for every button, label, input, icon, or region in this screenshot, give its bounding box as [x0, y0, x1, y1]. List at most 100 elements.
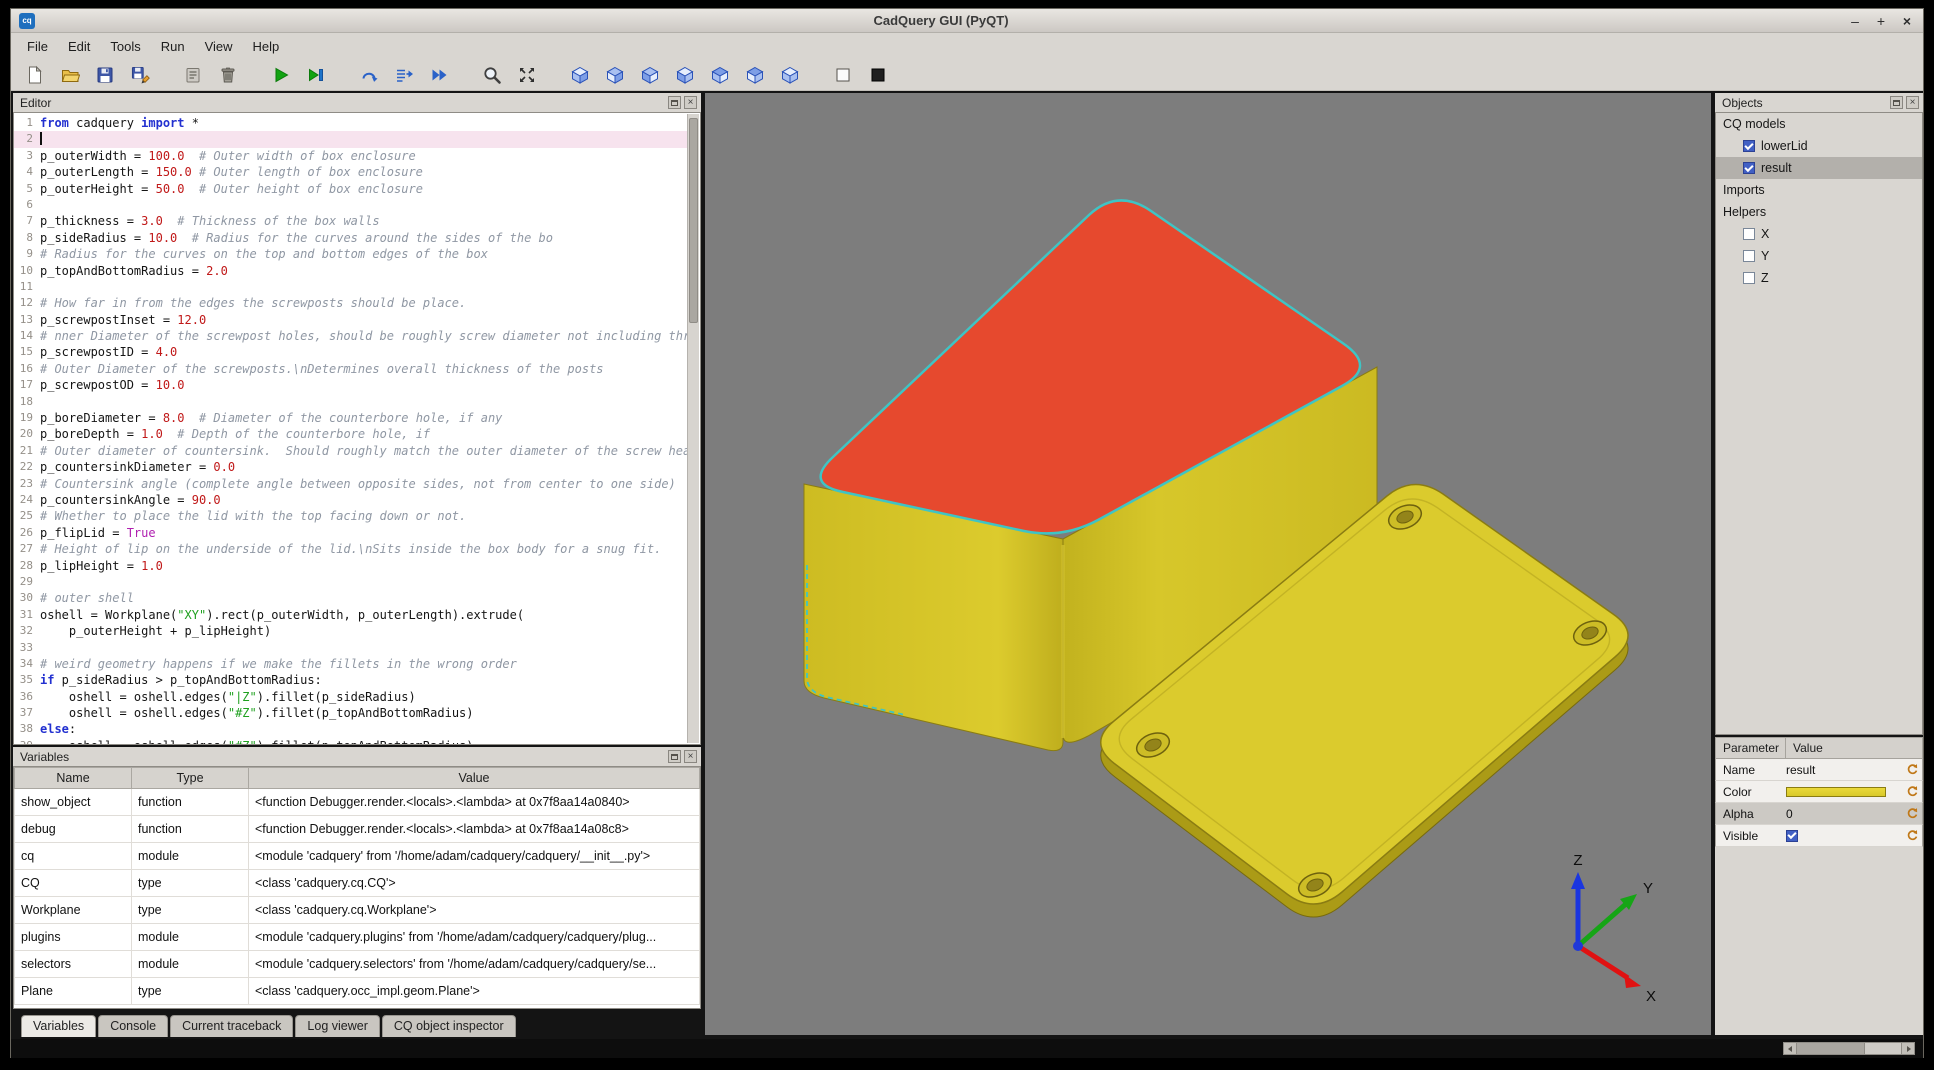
close-button[interactable] — [1899, 13, 1915, 29]
title-bar[interactable]: cq CadQuery GUI (PyQT) — [11, 9, 1923, 33]
code-line[interactable]: 19p_boreDiameter = 8.0 # Diameter of the… — [14, 410, 687, 426]
code-line[interactable]: 38else: — [14, 721, 687, 737]
tab-console[interactable]: Console — [98, 1015, 168, 1037]
code-line[interactable]: 2 — [14, 131, 687, 147]
step-into-button[interactable] — [390, 61, 418, 89]
param-column-parameter[interactable]: Parameter — [1716, 738, 1786, 758]
color-swatch[interactable] — [1786, 787, 1886, 797]
code-line[interactable]: 10p_topAndBottomRadius = 2.0 — [14, 263, 687, 279]
scroll-left-icon[interactable] — [1784, 1043, 1797, 1054]
code-line[interactable]: 7p_thickness = 3.0 # Thickness of the bo… — [14, 213, 687, 229]
checkbox[interactable] — [1743, 140, 1755, 152]
code-line[interactable]: 36 oshell = oshell.edges("|Z").fillet(p_… — [14, 689, 687, 705]
code-line[interactable]: 24p_countersinkAngle = 90.0 — [14, 492, 687, 508]
code-line[interactable]: 39 oshell = oshell.edges("#Z").fillet(p_… — [14, 738, 687, 744]
tab-current-traceback[interactable]: Current traceback — [170, 1015, 293, 1037]
editor-scrollbar-thumb[interactable] — [689, 118, 698, 323]
tree-item-z[interactable]: Z — [1716, 267, 1922, 289]
column-header-value[interactable]: Value — [249, 768, 700, 789]
param-row-color[interactable]: Color — [1715, 781, 1923, 803]
code-editor[interactable]: 1from cadquery import *23p_outerWidth = … — [13, 112, 701, 745]
tab-cq-object-inspector[interactable]: CQ object inspector — [382, 1015, 516, 1037]
dock-scrollbar[interactable] — [1783, 1042, 1915, 1055]
code-line[interactable]: 27# Height of lip on the underside of th… — [14, 541, 687, 557]
scroll-right-icon[interactable] — [1901, 1043, 1914, 1054]
viewport-3d[interactable]: Z Y X — [705, 93, 1711, 1035]
code-line[interactable]: 12# How far in from the edges the screwp… — [14, 295, 687, 311]
view-left-button[interactable] — [671, 61, 699, 89]
checkbox[interactable] — [1743, 228, 1755, 240]
tree-item-helpers[interactable]: Helpers — [1716, 201, 1922, 223]
code-line[interactable]: 30# outer shell — [14, 590, 687, 606]
render-button[interactable] — [267, 61, 295, 89]
code-line[interactable]: 13p_screwpostInset = 12.0 — [14, 312, 687, 328]
step-over-button[interactable] — [355, 61, 383, 89]
menu-file[interactable]: File — [17, 36, 58, 57]
code-line[interactable]: 21# Outer diameter of countersink. Shoul… — [14, 443, 687, 459]
code-line[interactable]: 8p_sideRadius = 10.0 # Radius for the cu… — [14, 230, 687, 246]
code-line[interactable]: 37 oshell = oshell.edges("#Z").fillet(p_… — [14, 705, 687, 721]
editor-scrollbar[interactable] — [687, 114, 699, 743]
minimize-button[interactable] — [1847, 13, 1863, 29]
code-line[interactable]: 20p_boreDepth = 1.0 # Depth of the count… — [14, 426, 687, 442]
code-line[interactable]: 4p_outerLength = 150.0 # Outer length of… — [14, 164, 687, 180]
code-line[interactable]: 17p_screwpostOD = 10.0 — [14, 377, 687, 393]
close-panel-icon[interactable] — [684, 750, 697, 763]
code-line[interactable]: 16# Outer Diameter of the screwposts.\nD… — [14, 361, 687, 377]
view-wireframe-button[interactable] — [829, 61, 857, 89]
code-line[interactable]: 14# nner Diameter of the screwpost holes… — [14, 328, 687, 344]
close-panel-icon[interactable] — [1906, 96, 1919, 109]
code-line[interactable]: 29 — [14, 574, 687, 590]
code-line[interactable]: 31oshell = Workplane("XY").rect(p_outerW… — [14, 607, 687, 623]
param-row-alpha[interactable]: Alpha0 — [1715, 803, 1923, 825]
maximize-button[interactable] — [1873, 13, 1889, 29]
view-iso-button[interactable] — [566, 61, 594, 89]
debug-button[interactable] — [302, 61, 330, 89]
view-top-button[interactable] — [741, 61, 769, 89]
menu-run[interactable]: Run — [151, 36, 195, 57]
code-line[interactable]: 28p_lipHeight = 1.0 — [14, 558, 687, 574]
save-as-button[interactable] — [126, 61, 154, 89]
table-row[interactable]: pluginsmodule<module 'cadquery.plugins' … — [15, 924, 700, 951]
code-line[interactable]: 5p_outerHeight = 50.0 # Outer height of … — [14, 181, 687, 197]
table-row[interactable]: selectorsmodule<module 'cadquery.selecto… — [15, 951, 700, 978]
view-shaded-button[interactable] — [864, 61, 892, 89]
float-panel-icon[interactable] — [668, 96, 681, 109]
param-value[interactable] — [1786, 830, 1922, 842]
menu-tools[interactable]: Tools — [100, 36, 150, 57]
column-header-name[interactable]: Name — [15, 768, 132, 789]
tab-variables[interactable]: Variables — [21, 1015, 96, 1037]
tree-item-imports[interactable]: Imports — [1716, 179, 1922, 201]
code-line[interactable]: 15p_screwpostID = 4.0 — [14, 344, 687, 360]
reset-icon[interactable] — [1906, 763, 1919, 776]
float-panel-icon[interactable] — [1890, 96, 1903, 109]
menu-view[interactable]: View — [195, 36, 243, 57]
delete-button[interactable] — [214, 61, 242, 89]
checkbox[interactable] — [1743, 162, 1755, 174]
param-row-name[interactable]: Nameresult — [1715, 759, 1923, 781]
clear-button[interactable] — [179, 61, 207, 89]
code-line[interactable]: 6 — [14, 197, 687, 213]
table-row[interactable]: Workplanetype<class 'cadquery.cq.Workpla… — [15, 897, 700, 924]
float-panel-icon[interactable] — [668, 750, 681, 763]
param-row-visible[interactable]: Visible — [1715, 825, 1923, 847]
view-front-button[interactable] — [601, 61, 629, 89]
new-file-button[interactable] — [21, 61, 49, 89]
code-line[interactable]: 22p_countersinkDiameter = 0.0 — [14, 459, 687, 475]
table-row[interactable]: cqmodule<module 'cadquery' from '/home/a… — [15, 843, 700, 870]
code-line[interactable]: 26p_flipLid = True — [14, 525, 687, 541]
column-header-type[interactable]: Type — [132, 768, 249, 789]
param-value[interactable] — [1786, 787, 1922, 797]
continue-button[interactable] — [425, 61, 453, 89]
reset-icon[interactable] — [1906, 785, 1919, 798]
code-line[interactable]: 1from cadquery import * — [14, 115, 687, 131]
menu-edit[interactable]: Edit — [58, 36, 100, 57]
visible-checkbox[interactable] — [1786, 830, 1798, 842]
tree-item-x[interactable]: X — [1716, 223, 1922, 245]
code-line[interactable]: 18 — [14, 394, 687, 410]
code-line[interactable]: 32 p_outerHeight + p_lipHeight) — [14, 623, 687, 639]
code-line[interactable]: 35if p_sideRadius > p_topAndBottomRadius… — [14, 672, 687, 688]
table-row[interactable]: show_objectfunction<function Debugger.re… — [15, 789, 700, 816]
code-line[interactable]: 3p_outerWidth = 100.0 # Outer width of b… — [14, 148, 687, 164]
tree-item-y[interactable]: Y — [1716, 245, 1922, 267]
